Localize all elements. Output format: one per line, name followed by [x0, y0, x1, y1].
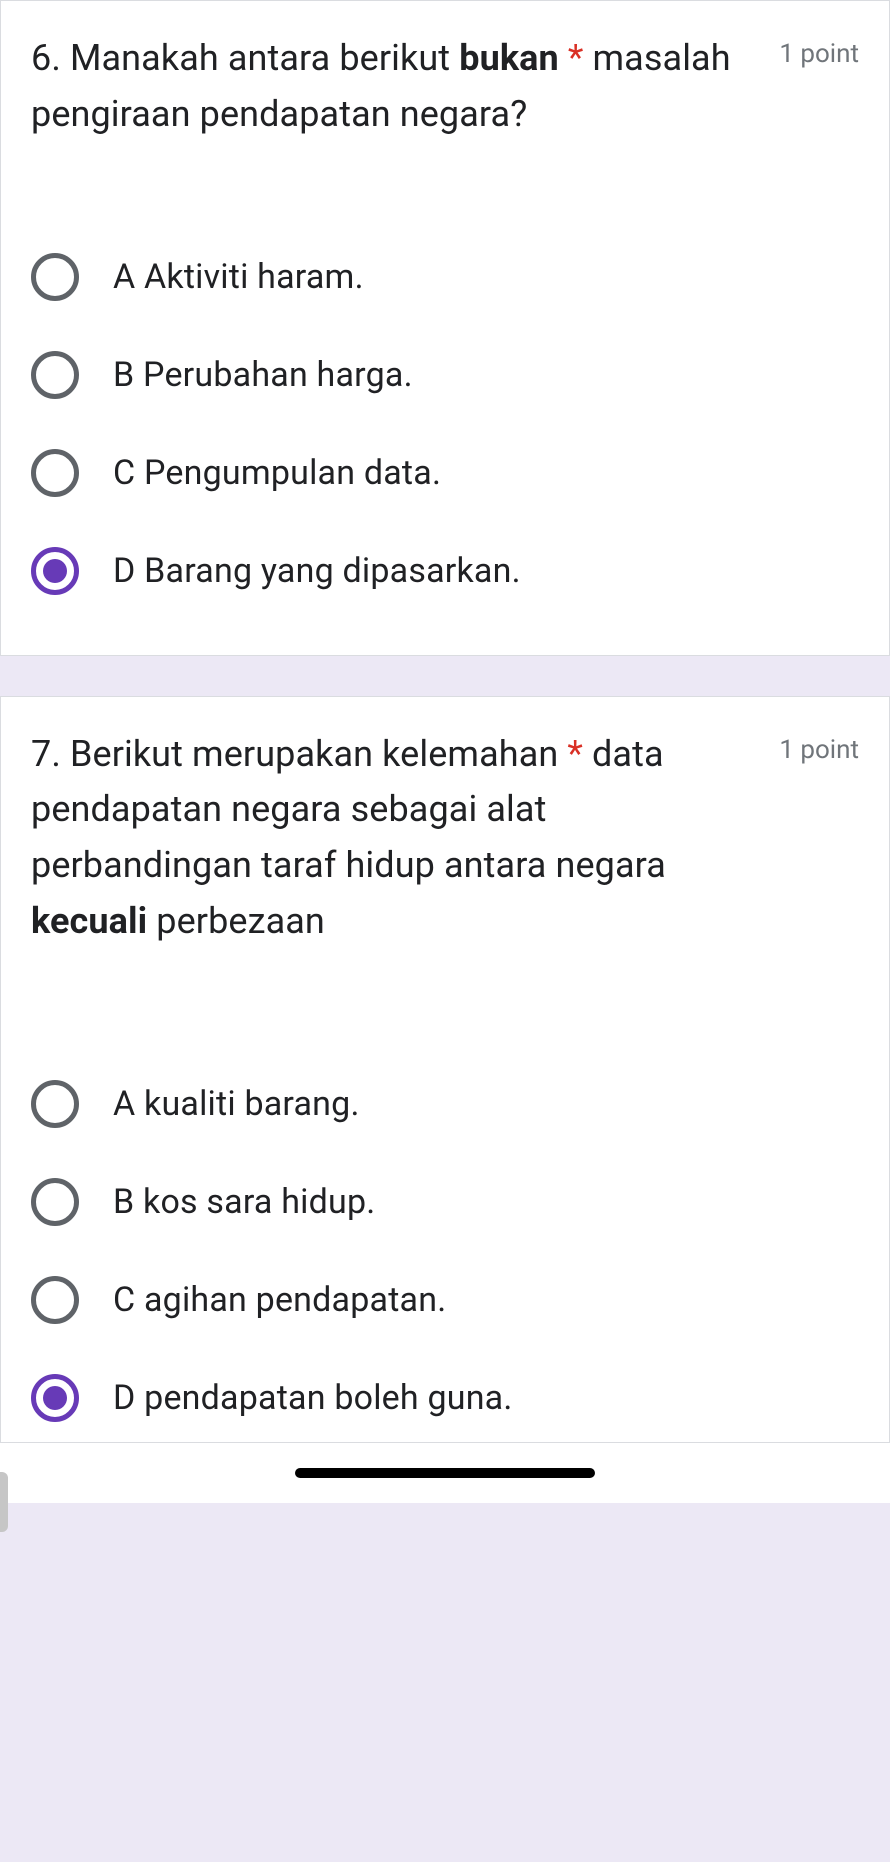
option-label: D pendapatan boleh guna. — [113, 1378, 513, 1418]
question-text-pre: Manakah antara berikut — [70, 37, 459, 79]
question-text-post: perbezaan — [147, 900, 325, 942]
question-number: 6. — [31, 37, 61, 79]
option-label: D Barang yang dipasarkan. — [113, 551, 521, 591]
option-b[interactable]: B Perubahan harga. — [31, 351, 859, 399]
question-title: 6. Manakah antara berikut bukan * masala… — [31, 31, 763, 143]
option-d[interactable]: D Barang yang dipasarkan. — [31, 547, 859, 595]
option-label: C Pengumpulan data. — [113, 453, 441, 493]
question-number: 7. — [31, 733, 61, 775]
question-header: 6. Manakah antara berikut bukan * masala… — [31, 31, 859, 143]
home-indicator-area — [0, 1443, 890, 1503]
option-b[interactable]: B kos sara hidup. — [31, 1178, 859, 1226]
question-title: 7. Berikut merupakan kelemahan * data pe… — [31, 727, 763, 950]
required-asterisk: * — [558, 733, 583, 775]
option-label: A Aktiviti haram. — [113, 257, 364, 297]
home-indicator — [295, 1468, 595, 1478]
option-label: B kos sara hidup. — [113, 1182, 375, 1222]
radio-icon[interactable] — [31, 351, 79, 399]
question-header: 7. Berikut merupakan kelemahan * data pe… — [31, 727, 859, 950]
option-c[interactable]: C Pengumpulan data. — [31, 449, 859, 497]
options-group: A kualiti barang. B kos sara hidup. C ag… — [31, 1080, 859, 1422]
option-c[interactable]: C agihan pendapatan. — [31, 1276, 859, 1324]
question-card-7: 7. Berikut merupakan kelemahan * data pe… — [0, 696, 890, 1443]
option-label: B Perubahan harga. — [113, 355, 413, 395]
option-label: C agihan pendapatan. — [113, 1280, 446, 1320]
card-divider — [0, 656, 890, 696]
question-text-bold: kecuali — [31, 900, 147, 942]
radio-icon[interactable] — [31, 1080, 79, 1128]
question-text-pre: Berikut merupakan kelemahan — [70, 733, 558, 775]
required-asterisk: * — [559, 37, 584, 79]
option-d[interactable]: D pendapatan boleh guna. — [31, 1374, 859, 1422]
radio-icon-selected[interactable] — [31, 547, 79, 595]
radio-icon-selected[interactable] — [31, 1374, 79, 1422]
options-group: A Aktiviti haram. B Perubahan harga. C P… — [31, 253, 859, 595]
question-card-6: 6. Manakah antara berikut bukan * masala… — [0, 0, 890, 656]
points-label: 1 point — [779, 727, 859, 765]
option-label: A kualiti barang. — [113, 1084, 360, 1124]
option-a[interactable]: A Aktiviti haram. — [31, 253, 859, 301]
scroll-indicator — [0, 1472, 8, 1532]
radio-icon[interactable] — [31, 1178, 79, 1226]
radio-icon[interactable] — [31, 1276, 79, 1324]
points-label: 1 point — [779, 31, 859, 69]
radio-icon[interactable] — [31, 253, 79, 301]
question-text-bold: bukan — [459, 37, 559, 79]
radio-icon[interactable] — [31, 449, 79, 497]
option-a[interactable]: A kualiti barang. — [31, 1080, 859, 1128]
